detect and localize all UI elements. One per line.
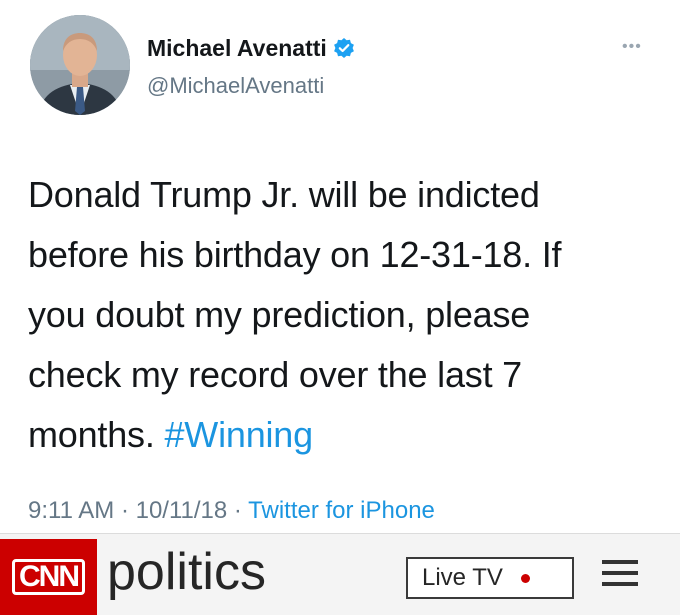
section-title[interactable]: politics (107, 542, 266, 602)
verified-badge-icon (333, 37, 355, 65)
display-name[interactable]: Michael Avenatti (147, 35, 355, 65)
display-name-text[interactable]: Michael Avenatti (147, 35, 327, 61)
tweet-text-line: check my record over the last 7 (28, 354, 523, 395)
live-tv-label: Live TV (422, 564, 503, 591)
cnn-logo[interactable]: CNN (0, 539, 97, 615)
more-options-icon[interactable]: ••• (622, 38, 642, 56)
live-indicator-icon (520, 573, 530, 583)
tweet-text-line: Donald Trump Jr. will be indicted (28, 174, 540, 215)
cnn-header-bar: CNN politics Live TV (0, 533, 680, 615)
cnn-logo-text: CNN (12, 559, 85, 595)
live-tv-button[interactable]: Live TV (406, 557, 574, 599)
tweet-text-line: you doubt my prediction, please (28, 294, 531, 335)
meta-separator: · (114, 497, 136, 524)
tweet-text-fragment: months. (28, 414, 165, 455)
profile-avatar[interactable] (30, 15, 130, 115)
tweet-date[interactable]: 10/11/18 (136, 497, 228, 524)
tweet-time[interactable]: 9:11 AM (28, 497, 114, 524)
tweet-card: Michael Avenatti @MichaelAvenatti ••• Do… (0, 0, 680, 533)
hashtag-link[interactable]: #Winning (164, 414, 313, 455)
tweet-text: Donald Trump Jr. will be indicted before… (28, 165, 658, 465)
user-handle[interactable]: @MichaelAvenatti (147, 73, 324, 99)
tweet-metadata: 9:11 AM · 10/11/18 · Twitter for iPhone (28, 497, 435, 525)
hamburger-menu-icon[interactable] (602, 560, 638, 594)
tweet-text-line-last: months. #Winning (28, 405, 658, 465)
tweet-text-line: before his birthday on 12-31-18. If (28, 234, 562, 275)
meta-separator: · (227, 497, 249, 524)
tweet-source-link[interactable]: Twitter for iPhone (248, 497, 435, 524)
